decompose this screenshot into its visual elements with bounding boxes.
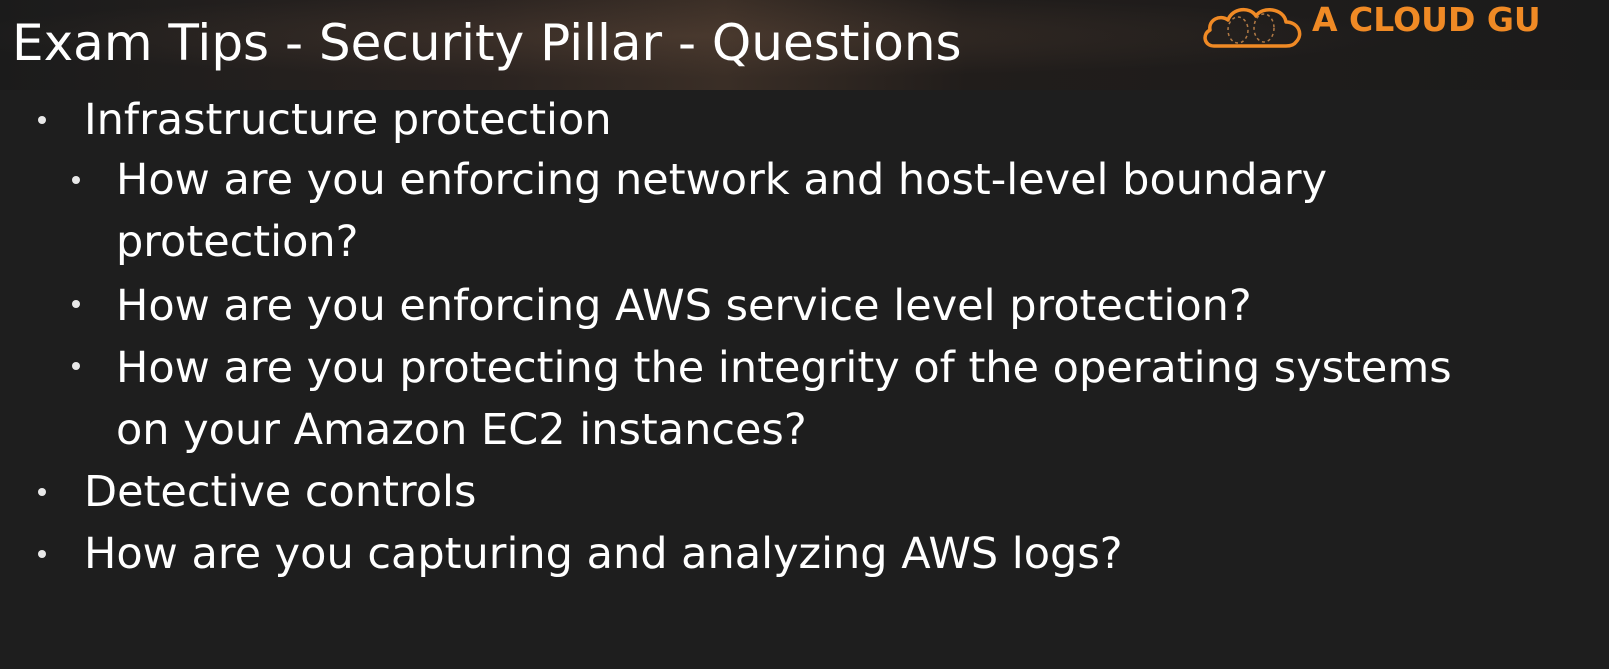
- bullet-os-integrity-cont: on your Amazon EC2 instances?: [116, 405, 807, 455]
- bullet-dot: [72, 300, 80, 308]
- brand-wordmark: A CLOUD GU: [1312, 0, 1541, 39]
- bullet-dot: [38, 488, 46, 496]
- bullet-os-integrity: How are you protecting the integrity of …: [116, 343, 1452, 393]
- brand-logo: A CLOUD GU: [1200, 0, 1609, 60]
- bullet-dot: [38, 550, 46, 558]
- bullet-aws-logs: How are you capturing and analyzing AWS …: [84, 529, 1123, 579]
- cloud-logo-icon: [1203, 7, 1302, 48]
- bullet-network-host-boundary-cont: protection?: [116, 217, 359, 267]
- bullet-detective-controls: Detective controls: [84, 467, 477, 517]
- bullet-aws-service-level: How are you enforcing AWS service level …: [116, 281, 1252, 331]
- bullet-infrastructure-protection: Infrastructure protection: [84, 95, 612, 145]
- slide-title: Exam Tips - Security Pillar - Questions: [12, 14, 962, 72]
- bullet-dot: [38, 116, 46, 124]
- bullet-dot: [72, 176, 80, 184]
- bullet-dot: [72, 362, 80, 370]
- bullet-network-host-boundary: How are you enforcing network and host-l…: [116, 155, 1328, 205]
